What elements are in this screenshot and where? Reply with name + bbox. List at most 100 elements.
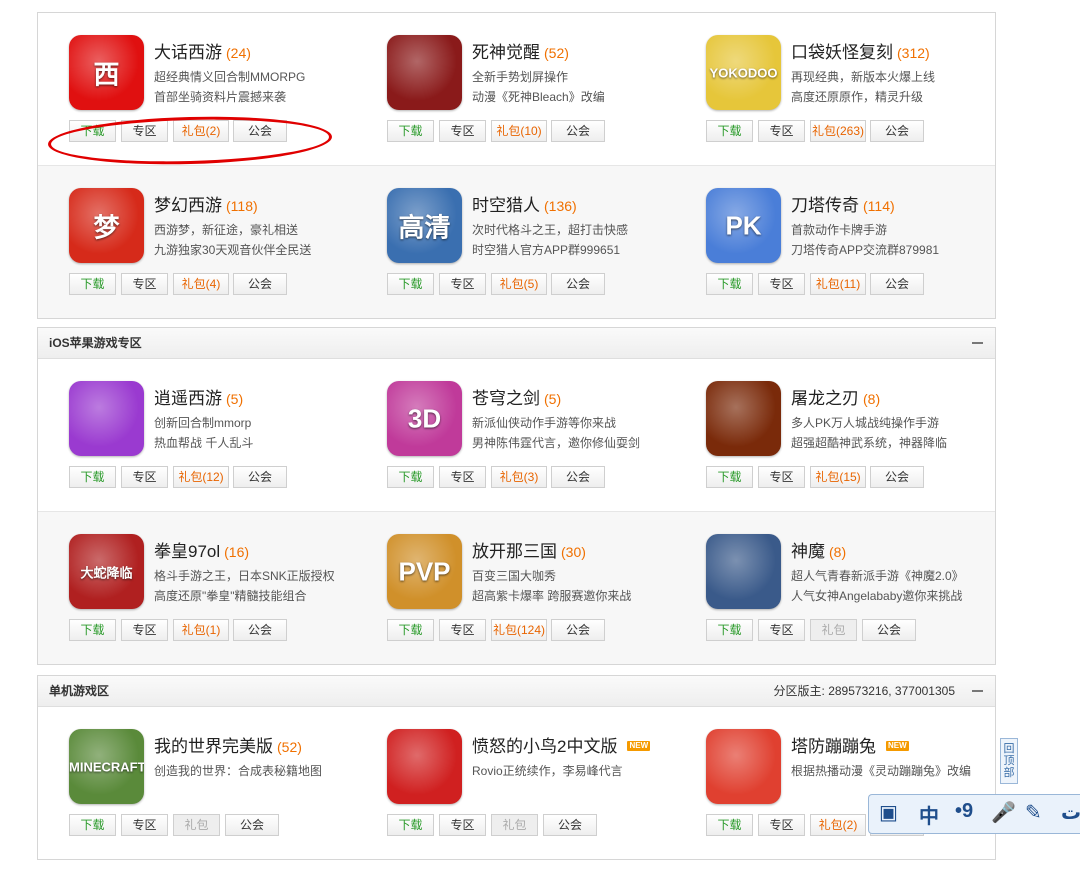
game-icon[interactable]: 梦 — [69, 188, 144, 263]
gift-button[interactable]: 礼包(1) — [173, 619, 229, 641]
zone-button[interactable]: 专区 — [439, 466, 486, 488]
game-title[interactable]: 愤怒的小鸟2中文版 NEW — [472, 732, 651, 757]
guild-button[interactable]: 公会 — [551, 120, 605, 142]
game-title[interactable]: 死神觉醒 (52) — [472, 38, 569, 63]
zone-button[interactable]: 专区 — [439, 619, 486, 641]
game-title[interactable]: 逍遥西游 (5) — [154, 384, 243, 409]
game-title[interactable]: 拳皇97ol (16) — [154, 537, 249, 562]
download-button[interactable]: 下载 — [706, 120, 753, 142]
gift-button[interactable]: 礼包(2) — [810, 814, 866, 836]
zone-button[interactable]: 专区 — [758, 466, 805, 488]
game-name[interactable]: 屠龙之刃 — [791, 389, 859, 408]
download-button[interactable]: 下载 — [69, 466, 116, 488]
game-icon[interactable] — [69, 381, 144, 456]
game-icon[interactable] — [706, 534, 781, 609]
download-button[interactable]: 下载 — [706, 619, 753, 641]
gift-button[interactable]: 礼包(4) — [173, 273, 229, 295]
download-button[interactable]: 下载 — [706, 814, 753, 836]
ime-punctuation-icon[interactable]: •9 — [955, 800, 973, 823]
download-button[interactable]: 下载 — [387, 619, 434, 641]
download-button[interactable]: 下载 — [706, 466, 753, 488]
guild-button[interactable]: 公会 — [543, 814, 597, 836]
guild-button[interactable]: 公会 — [233, 273, 287, 295]
collapse-minus-icon[interactable] — [972, 342, 983, 344]
collapse-minus-icon[interactable] — [972, 690, 983, 692]
game-icon[interactable]: MINECRAFT — [69, 729, 144, 804]
zone-button[interactable]: 专区 — [439, 814, 486, 836]
zone-button[interactable]: 专区 — [121, 814, 168, 836]
gift-button[interactable]: 礼包(5) — [491, 273, 547, 295]
download-button[interactable]: 下载 — [69, 273, 116, 295]
guild-button[interactable]: 公会 — [862, 619, 916, 641]
ime-panel-icon[interactable]: ▣ — [879, 800, 898, 825]
game-name[interactable]: 苍穹之剑 — [472, 389, 540, 408]
game-icon[interactable]: PK — [706, 188, 781, 263]
guild-button[interactable]: 公会 — [551, 619, 605, 641]
game-icon[interactable] — [387, 35, 462, 110]
game-icon[interactable]: 高清 — [387, 188, 462, 263]
zone-button[interactable]: 专区 — [758, 273, 805, 295]
gift-button[interactable]: 礼包(15) — [810, 466, 866, 488]
download-button[interactable]: 下载 — [387, 273, 434, 295]
game-icon[interactable]: 西 — [69, 35, 144, 110]
game-title[interactable]: 放开那三国 (30) — [472, 537, 586, 562]
download-button[interactable]: 下载 — [387, 120, 434, 142]
zone-button[interactable]: 专区 — [121, 466, 168, 488]
handwrite-icon[interactable]: ✎ — [1025, 800, 1042, 825]
gift-button[interactable]: 礼包(12) — [173, 466, 229, 488]
game-title[interactable]: 大话西游 (24) — [154, 38, 251, 63]
guild-button[interactable]: 公会 — [225, 814, 279, 836]
download-button[interactable]: 下载 — [69, 619, 116, 641]
guild-button[interactable]: 公会 — [551, 466, 605, 488]
game-icon[interactable] — [387, 729, 462, 804]
guild-button[interactable]: 公会 — [870, 466, 924, 488]
game-name[interactable]: 大话西游 — [154, 43, 222, 62]
gift-button[interactable]: 礼包(124) — [491, 619, 547, 641]
guild-button[interactable]: 公会 — [870, 120, 924, 142]
game-name[interactable]: 逍遥西游 — [154, 389, 222, 408]
download-button[interactable]: 下载 — [69, 814, 116, 836]
game-title[interactable]: 塔防蹦蹦兔 NEW — [791, 732, 909, 757]
gift-button[interactable]: 礼包(10) — [491, 120, 547, 142]
zone-button[interactable]: 专区 — [758, 814, 805, 836]
game-title[interactable]: 我的世界完美版 (52) — [154, 732, 302, 757]
game-icon[interactable]: YOKODOO — [706, 35, 781, 110]
game-title[interactable]: 神魔 (8) — [791, 537, 846, 562]
zone-button[interactable]: 专区 — [439, 120, 486, 142]
download-button[interactable]: 下载 — [387, 814, 434, 836]
game-name[interactable]: 梦幻西游 — [154, 196, 222, 215]
game-name[interactable]: 拳皇97ol — [154, 542, 220, 561]
guild-button[interactable]: 公会 — [233, 466, 287, 488]
zone-button[interactable]: 专区 — [439, 273, 486, 295]
zone-button[interactable]: 专区 — [758, 120, 805, 142]
zone-button[interactable]: 专区 — [121, 619, 168, 641]
game-name[interactable]: 我的世界完美版 — [154, 737, 273, 756]
game-icon[interactable] — [706, 381, 781, 456]
download-button[interactable]: 下载 — [387, 466, 434, 488]
guild-button[interactable]: 公会 — [870, 273, 924, 295]
game-name[interactable]: 刀塔传奇 — [791, 196, 859, 215]
game-icon[interactable]: 大蛇降临 — [69, 534, 144, 609]
guild-button[interactable]: 公会 — [233, 619, 287, 641]
game-title[interactable]: 屠龙之刃 (8) — [791, 384, 880, 409]
game-name[interactable]: 口袋妖怪复刻 — [791, 43, 893, 62]
download-button[interactable]: 下载 — [706, 273, 753, 295]
game-name[interactable]: 愤怒的小鸟2中文版 — [472, 737, 617, 756]
game-name[interactable]: 死神觉醒 — [472, 43, 540, 62]
game-icon[interactable] — [706, 729, 781, 804]
ime-chinese-mode[interactable]: 中 — [919, 800, 939, 829]
game-title[interactable]: 苍穹之剑 (5) — [472, 384, 561, 409]
ime-more-icon[interactable]: ت — [1061, 800, 1080, 825]
microphone-icon[interactable]: 🎤 — [991, 800, 1016, 825]
gift-button[interactable]: 礼包(263) — [810, 120, 866, 142]
back-to-top-button[interactable]: 回顶部 — [1000, 738, 1018, 784]
game-name[interactable]: 神魔 — [791, 542, 825, 561]
zone-button[interactable]: 专区 — [758, 619, 805, 641]
game-name[interactable]: 时空猎人 — [472, 196, 540, 215]
game-name[interactable]: 塔防蹦蹦兔 — [791, 737, 876, 756]
guild-button[interactable]: 公会 — [551, 273, 605, 295]
gift-button[interactable]: 礼包(11) — [810, 273, 866, 295]
game-title[interactable]: 刀塔传奇 (114) — [791, 191, 895, 216]
game-icon[interactable]: 3D — [387, 381, 462, 456]
gift-button[interactable]: 礼包(3) — [491, 466, 547, 488]
